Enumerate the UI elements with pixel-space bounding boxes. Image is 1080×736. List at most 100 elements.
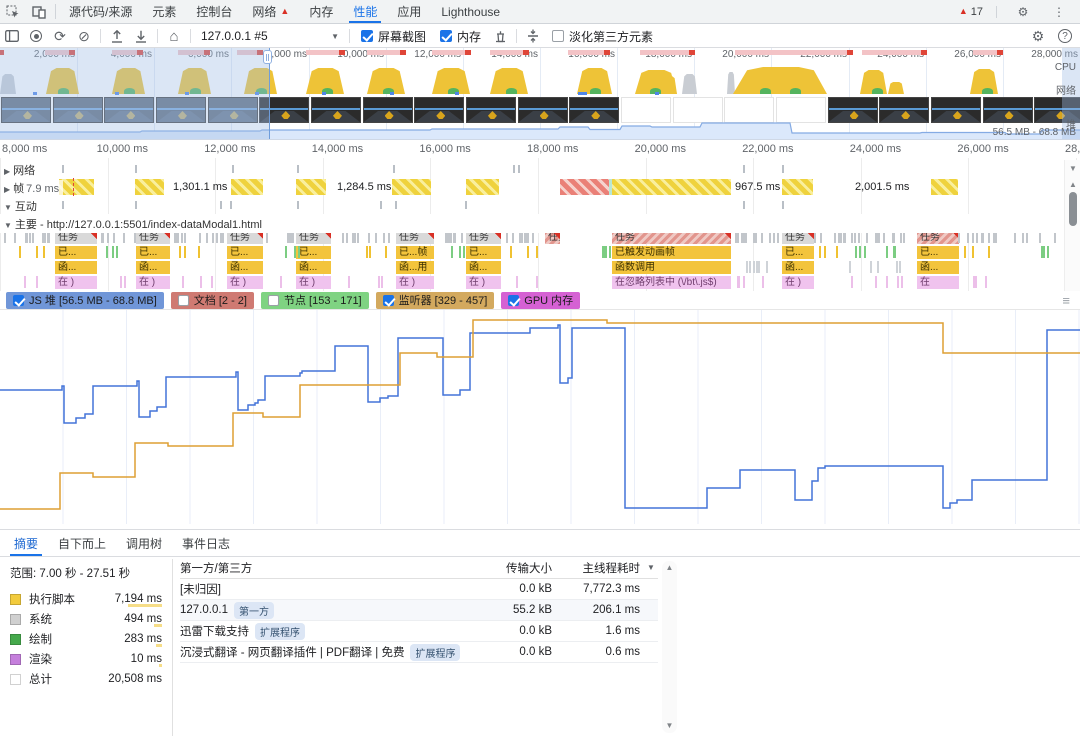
track-network[interactable]: ▶网络 [4, 162, 39, 178]
upload-profile-icon[interactable] [105, 26, 129, 46]
function-call-bar[interactable]: 函... [296, 261, 331, 274]
animation-frame-fired-bar[interactable]: 已... [136, 246, 170, 259]
partially-presented-frame-bar[interactable] [782, 179, 813, 195]
table-row[interactable]: 迅雷下载支持扩展程序0.0 kB1.6 ms [180, 621, 658, 642]
tab-elements[interactable]: 元素 [142, 0, 186, 23]
tab-application[interactable]: 应用 [387, 0, 431, 23]
animation-frame-fired-bar[interactable]: 已... [466, 246, 501, 259]
scroll-up-icon[interactable]: ▲ [662, 563, 677, 572]
filmstrip-screenshot[interactable] [931, 97, 981, 123]
scroll-up-icon[interactable]: ▲ [1065, 180, 1080, 189]
collapse-sections-icon[interactable] [521, 26, 545, 46]
filmstrip-screenshot[interactable] [621, 97, 671, 123]
animation-frame-fired-bar[interactable]: 已... [917, 246, 959, 259]
track-main-thread-header[interactable]: ▼主要 - http://127.0.0.1:5501/index-dataMo… [0, 214, 1080, 233]
animation-frame-fired-bar[interactable]: 已... [55, 246, 97, 259]
record-button[interactable] [24, 26, 48, 46]
settings-gear-icon[interactable]: ⚙ [1010, 5, 1036, 19]
legend-grip-icon[interactable]: ≡ [1062, 293, 1070, 308]
capture-settings-gear-icon[interactable]: ⚙ [1026, 26, 1050, 46]
table-row[interactable]: 沉浸式翻译 - 网页翻译插件 | PDF翻译 | 免费扩展程序0.0 kB0.6… [180, 642, 658, 663]
timeline-overview[interactable]: 2,000 ms4,000 ms6,000 ms8,000 ms10,000 m… [0, 48, 1080, 140]
filmstrip-screenshot[interactable] [311, 97, 361, 123]
tab-performance[interactable]: 性能 [343, 0, 387, 23]
memory-counter-chip[interactable]: JS 堆 [56.5 MB - 68.8 MB] [6, 292, 164, 309]
history-select[interactable]: 127.0.0.1 #5 ▼ [195, 29, 345, 43]
ignored-script-bar[interactable]: 在 ) [136, 276, 170, 289]
help-icon[interactable]: ? [1058, 29, 1072, 43]
column-header-origin[interactable]: 第一方/第三方 [180, 560, 460, 576]
issues-badge[interactable]: ▲ 17 [959, 6, 983, 18]
animation-frame-fired-bar[interactable]: 已触发动画帧 [612, 246, 731, 259]
filmstrip-screenshot[interactable] [673, 97, 723, 123]
partially-presented-frame-bar[interactable] [296, 179, 326, 195]
tab-lighthouse[interactable]: Lighthouse [431, 0, 510, 23]
table-row[interactable]: [未归因]0.0 kB7,772.3 ms [180, 579, 658, 600]
memory-counter-chip[interactable]: 节点 [153 - 171] [261, 292, 369, 309]
partially-presented-frame-bar[interactable] [466, 179, 499, 195]
filmstrip-screenshot[interactable] [724, 97, 774, 123]
partially-presented-frame-bar[interactable] [612, 179, 731, 195]
ignored-script-bar[interactable]: 在 ) [466, 276, 501, 289]
scroll-up-icon[interactable]: ▼ [1065, 164, 1080, 173]
animation-frame-fired-bar[interactable]: 已... [782, 246, 814, 259]
filmstrip-screenshot[interactable] [776, 97, 826, 123]
filmstrip-screenshot[interactable] [983, 97, 1033, 123]
collect-garbage-icon[interactable] [488, 26, 512, 46]
partially-presented-frame-bar[interactable] [392, 179, 431, 195]
toggle-sidebar-icon[interactable] [0, 26, 24, 46]
home-live-metrics-icon[interactable]: ⌂ [162, 26, 186, 46]
function-call-bar[interactable]: 函数调用 [612, 261, 731, 274]
ignored-script-bar[interactable]: 在 ) [296, 276, 331, 289]
function-call-bar[interactable]: 函... [782, 261, 814, 274]
filmstrip-screenshot[interactable] [879, 97, 929, 123]
reload-and-record-button[interactable]: ⟳ [48, 26, 72, 46]
filmstrip-screenshot[interactable] [569, 97, 619, 123]
ignored-script-bar[interactable]: 在 [917, 276, 959, 289]
ignored-script-bar[interactable]: 在 ) [227, 276, 263, 289]
function-call-bar[interactable]: 函... [55, 261, 97, 274]
timeline-flamechart[interactable]: 8,000 ms10,000 ms12,000 ms14,000 ms16,00… [0, 140, 1080, 310]
screenshots-checkbox[interactable]: 屏幕截图 [361, 28, 426, 45]
table-header[interactable]: 第一方/第三方 传输大小 主线程耗时 ▼ [180, 557, 658, 579]
memory-counter-chip[interactable]: 文档 [2 - 2] [171, 292, 254, 309]
table-row[interactable]: 127.0.0.1第一方55.2 kB206.1 ms [180, 600, 658, 621]
sort-desc-icon[interactable]: ▼ [644, 563, 658, 572]
memory-checkbox[interactable]: 内存 [440, 28, 481, 45]
animation-frame-fired-bar[interactable]: 已...帧 [396, 246, 434, 259]
details-tab-event-log[interactable]: 事件日志 [172, 530, 240, 556]
ignored-script-bar[interactable]: 在 ) [55, 276, 97, 289]
track-interactions[interactable]: ▼互动 [4, 198, 41, 214]
download-profile-icon[interactable] [129, 26, 153, 46]
filmstrip-screenshot[interactable] [363, 97, 413, 123]
memory-counter-chip[interactable]: 监听器 [329 - 457] [376, 292, 495, 309]
function-call-bar[interactable]: 函...用 [396, 261, 434, 274]
partially-presented-frame-bar[interactable] [231, 179, 263, 195]
function-call-bar[interactable]: 函... [136, 261, 170, 274]
partially-presented-frame-bar[interactable] [135, 179, 164, 195]
scrollbar-thumb[interactable] [1069, 192, 1077, 226]
function-call-bar[interactable]: 函... [227, 261, 263, 274]
filmstrip-screenshot[interactable] [466, 97, 516, 123]
more-menu-icon[interactable]: ⋮ [1046, 5, 1072, 19]
column-header-transfer-size[interactable]: 传输大小 [460, 560, 552, 576]
ignored-script-bar[interactable]: 在忽略列表中 (\/bt\.js$) [612, 276, 731, 289]
ignored-script-bar[interactable]: 在 ) [782, 276, 814, 289]
details-tab-summary[interactable]: 摘要 [4, 530, 48, 556]
tab-network[interactable]: 网络▲ [242, 0, 299, 23]
ignored-script-bar[interactable]: 在 ) [396, 276, 434, 289]
partially-presented-frame-bar[interactable] [931, 179, 958, 195]
filmstrip-screenshot[interactable] [414, 97, 464, 123]
filmstrip-screenshot[interactable] [518, 97, 568, 123]
partially-presented-frame-bar[interactable] [59, 179, 94, 195]
inspect-element-icon[interactable] [0, 0, 26, 23]
fade-third-party-checkbox[interactable]: 淡化第三方元素 [552, 28, 653, 45]
column-header-main-thread-time[interactable]: 主线程耗时 [552, 560, 644, 576]
function-call-bar[interactable]: 函... [466, 261, 501, 274]
memory-counter-chip[interactable]: GPU 内存 [501, 292, 580, 309]
flame-scrollbar[interactable]: ▼ ▲ ▼ [1064, 160, 1080, 310]
dropped-frame-bar[interactable] [560, 179, 609, 195]
function-call-bar[interactable]: 函... [917, 261, 959, 274]
scroll-down-icon[interactable]: ▼ [662, 721, 677, 730]
details-tab-bottom-up[interactable]: 自下而上 [48, 530, 116, 556]
